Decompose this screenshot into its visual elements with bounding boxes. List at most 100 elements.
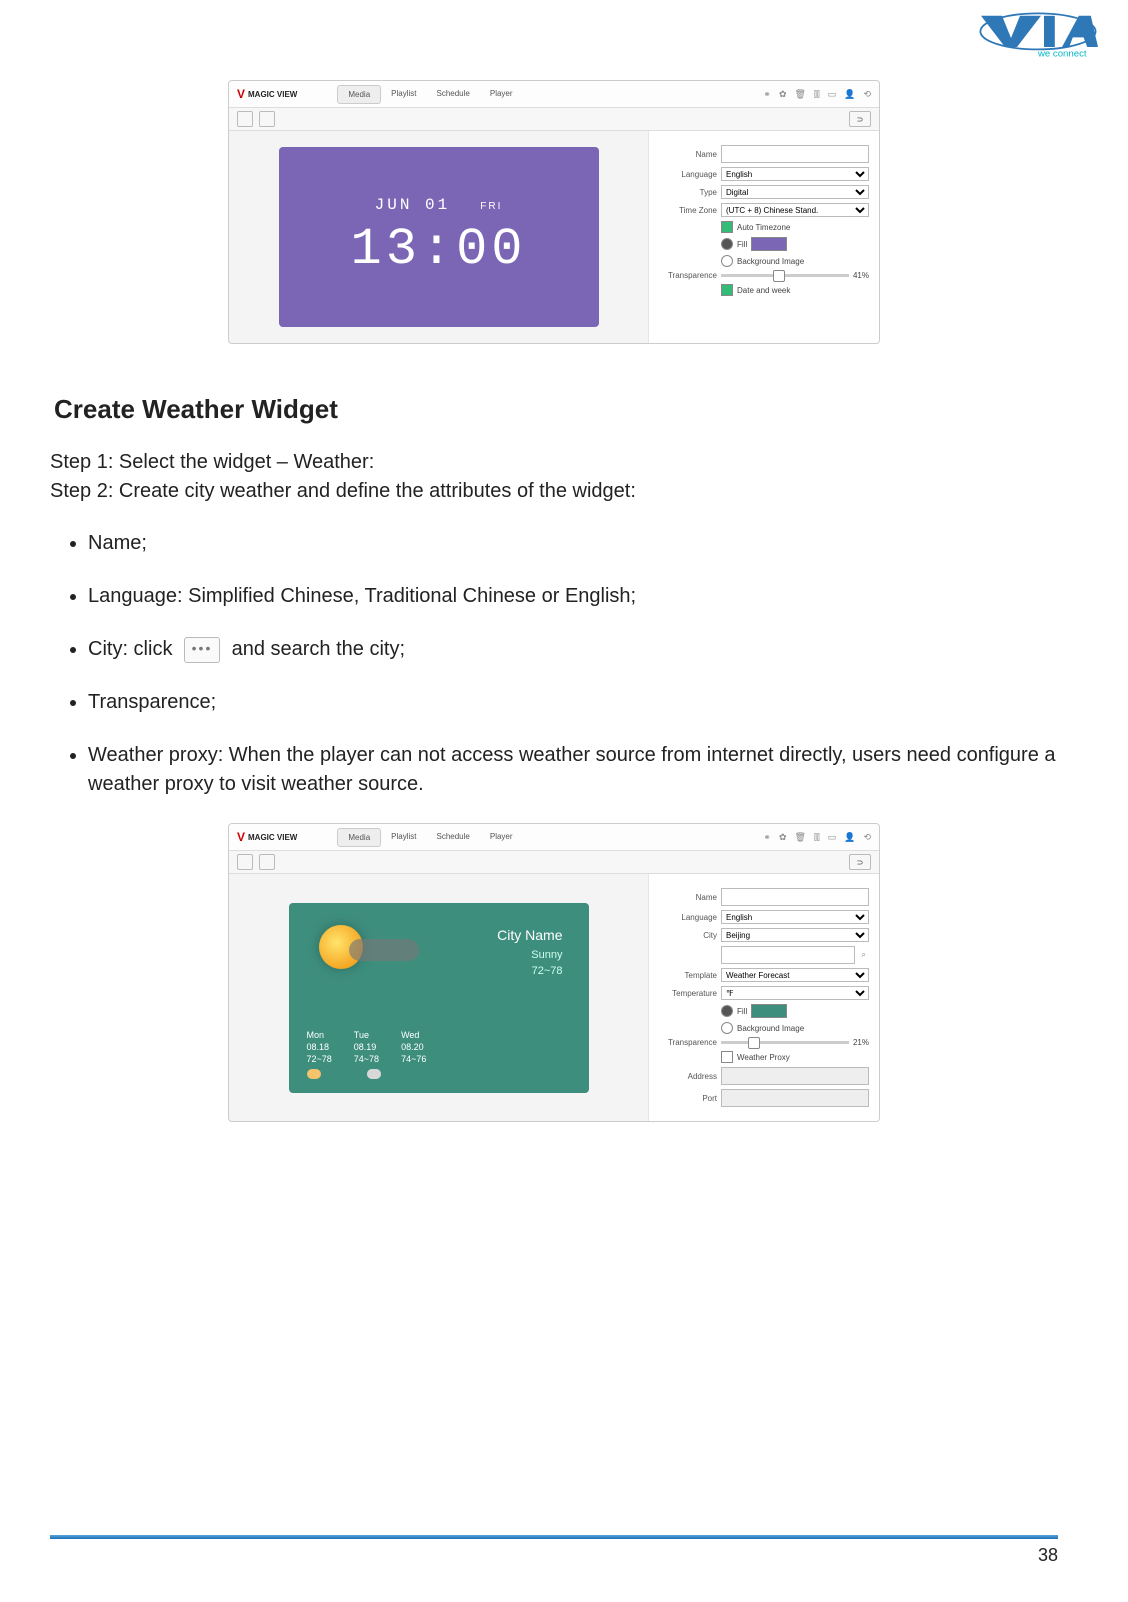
section-heading: Create Weather Widget — [54, 394, 1058, 425]
screen-icon[interactable]: ▭ — [828, 89, 837, 100]
w-city-search[interactable] — [721, 946, 855, 964]
fill-label: Fill — [737, 240, 747, 249]
w-language-select[interactable]: English — [721, 910, 869, 924]
auto-tz-checkbox[interactable] — [721, 221, 733, 233]
w-transparence-slider[interactable] — [721, 1041, 849, 1044]
transparence-slider[interactable] — [721, 274, 849, 277]
w-template-label: Template — [659, 971, 717, 980]
bgimg-radio[interactable] — [721, 255, 733, 267]
w-template-select[interactable]: Weather Forecast — [721, 968, 869, 982]
clock-time: 13:00 — [350, 220, 526, 279]
name-label: Name — [659, 150, 717, 159]
bullet-proxy: Weather proxy: When the player can not a… — [88, 741, 1058, 799]
clock-properties-panel: Name LanguageEnglish TypeDigital Time Zo… — [648, 131, 879, 343]
tab-schedule[interactable]: Schedule — [427, 85, 480, 104]
dateweek-checkbox[interactable] — [721, 284, 733, 296]
w-address-label: Address — [659, 1072, 717, 1081]
clock-date: JUN 01 — [375, 196, 451, 214]
w-language-label: Language — [659, 913, 717, 922]
timezone-select[interactable]: (UTC + 8) Chinese Stand. — [721, 203, 869, 217]
ellipsis-button-icon: ••• — [184, 637, 220, 663]
trash-icon[interactable]: 🗑 — [795, 89, 806, 100]
search-icon[interactable]: ⌕ — [859, 950, 869, 960]
transparence-label: Transparence — [659, 271, 717, 280]
user-icon[interactable]: 👤 — [844, 832, 855, 843]
app-logo: VMAGIC VIEW — [237, 830, 297, 844]
chart-icon[interactable]: ⫿⫿ — [814, 832, 820, 843]
tab-player[interactable]: Player — [480, 828, 523, 847]
list-icon[interactable] — [259, 111, 275, 127]
language-select[interactable]: English — [721, 167, 869, 181]
page-number: 38 — [50, 1545, 1058, 1566]
app-tabs: Media Playlist Schedule Player — [337, 85, 522, 104]
footer-rule — [50, 1535, 1058, 1539]
screen-icon[interactable]: ▭ — [828, 832, 837, 843]
language-label: Language — [659, 170, 717, 179]
tab-media[interactable]: Media — [337, 85, 381, 104]
logout-icon[interactable]: ⟲ — [863, 89, 871, 100]
w-temperature-label: Temperature — [659, 989, 717, 998]
clock-preview: JUN 01 FRI 13:00 — [279, 147, 599, 327]
fill-swatch[interactable] — [751, 237, 787, 251]
cloud-icon — [349, 939, 419, 961]
weather-temp: 72~78 — [532, 965, 563, 977]
tab-playlist[interactable]: Playlist — [381, 828, 426, 847]
step-2: Step 2: Create city weather and define t… — [50, 480, 1058, 503]
w-bgimg-radio[interactable] — [721, 1022, 733, 1034]
grid-icon[interactable] — [237, 111, 253, 127]
type-select[interactable]: Digital — [721, 185, 869, 199]
fill-radio[interactable] — [721, 238, 733, 250]
bullet-transparence: Transparence; — [88, 688, 1058, 717]
w-fill-swatch[interactable] — [751, 1004, 787, 1018]
dateweek-label: Date and week — [737, 286, 790, 295]
via-logo: we connect — [978, 10, 1098, 60]
w-city-label: City — [659, 931, 717, 940]
link-icon[interactable]: ⚭ — [763, 832, 771, 843]
w-proxy-label: Weather Proxy — [737, 1053, 790, 1062]
auto-tz-label: Auto Timezone — [737, 223, 790, 232]
clock-editor-screenshot: VMAGIC VIEW Media Playlist Schedule Play… — [228, 80, 880, 344]
list-icon[interactable] — [259, 854, 275, 870]
tab-playlist[interactable]: Playlist — [381, 85, 426, 104]
chart-icon[interactable]: ⫿⫿ — [814, 89, 820, 100]
w-city-select[interactable]: Beijing — [721, 928, 869, 942]
back-button[interactable]: ⊃ — [849, 111, 871, 127]
forecast-mon: Mon08.1872~78 — [307, 1030, 332, 1079]
w-fill-label: Fill — [737, 1007, 747, 1016]
weather-properties-panel: Name LanguageEnglish CityBeijing ⌕ Templ… — [648, 874, 879, 1121]
back-button[interactable]: ⊃ — [849, 854, 871, 870]
app-logo: VMAGIC VIEW — [237, 87, 297, 101]
w-transparence-label: Transparence — [659, 1038, 717, 1047]
link-icon[interactable]: ⚭ — [763, 89, 771, 100]
w-name-field[interactable] — [721, 888, 869, 906]
bullet-city: City: click ••• and search the city; — [88, 635, 1058, 664]
forecast-wed: Wed08.2074~76 — [401, 1030, 426, 1079]
weather-city: City Name — [497, 927, 562, 943]
w-bgimg-label: Background Image — [737, 1024, 804, 1033]
w-temperature-select[interactable]: ℉ — [721, 986, 869, 1000]
w-port-field[interactable] — [721, 1089, 869, 1107]
trash-icon[interactable]: 🗑 — [795, 832, 806, 843]
weather-preview: City Name Sunny 72~78 Mon08.1872~78 Tue0… — [289, 903, 589, 1093]
w-fill-radio[interactable] — [721, 1005, 733, 1017]
logout-icon[interactable]: ⟲ — [863, 832, 871, 843]
clock-weekday: FRI — [480, 201, 502, 212]
type-label: Type — [659, 188, 717, 197]
w-proxy-checkbox[interactable] — [721, 1051, 733, 1063]
user-icon[interactable]: 👤 — [844, 89, 855, 100]
tab-player[interactable]: Player — [480, 85, 523, 104]
name-field[interactable] — [721, 145, 869, 163]
w-port-label: Port — [659, 1094, 717, 1103]
transparence-value: 41% — [853, 271, 869, 280]
gear-icon[interactable]: ✿ — [779, 89, 787, 100]
weather-editor-screenshot: VMAGIC VIEW Media Playlist Schedule Play… — [228, 823, 880, 1122]
step-1: Step 1: Select the widget – Weather: — [50, 451, 1058, 474]
tab-media[interactable]: Media — [337, 828, 381, 847]
w-address-field[interactable] — [721, 1067, 869, 1085]
weather-condition: Sunny — [531, 949, 562, 961]
bgimg-label: Background Image — [737, 257, 804, 266]
grid-icon[interactable] — [237, 854, 253, 870]
bullet-name: Name; — [88, 529, 1058, 558]
tab-schedule[interactable]: Schedule — [427, 828, 480, 847]
gear-icon[interactable]: ✿ — [779, 832, 787, 843]
